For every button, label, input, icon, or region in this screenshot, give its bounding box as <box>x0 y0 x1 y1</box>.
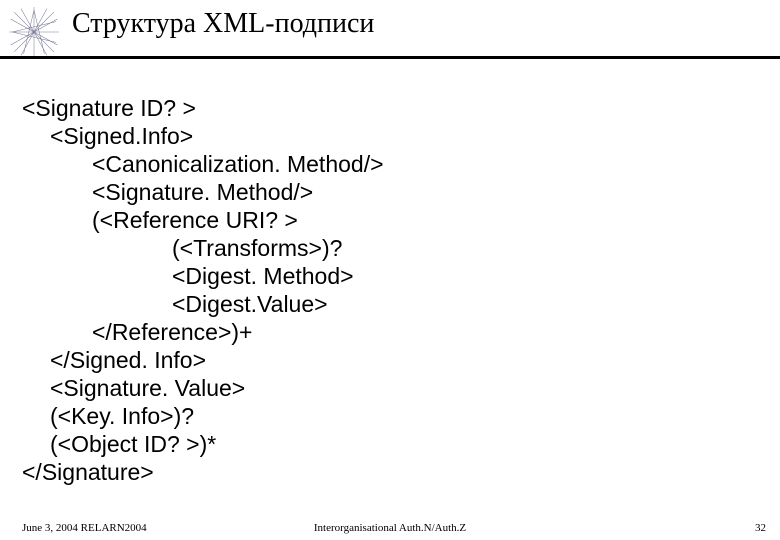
code-line: (<Object ID? >)* <box>50 430 760 458</box>
starburst-icon <box>8 6 60 58</box>
slide: Структура XML-подписи <Signature ID? > <… <box>0 0 780 540</box>
footer-title: Interorganisational Auth.N/Auth.Z <box>0 522 780 534</box>
slide-title: Структура XML-подписи <box>72 8 374 40</box>
code-line: <Canonicalization. Method/> <box>92 150 760 178</box>
code-line: (<Reference URI? > <box>92 206 760 234</box>
code-line: <Signed.Info> <box>50 122 760 150</box>
code-line: (<Key. Info>)? <box>50 402 760 430</box>
code-line: <Signature. Value> <box>50 374 760 402</box>
page-number: 32 <box>755 522 766 534</box>
slide-header: Структура XML-подписи <box>0 0 780 62</box>
header-divider <box>0 56 780 59</box>
code-line: <Signature. Method/> <box>92 178 760 206</box>
slide-footer: June 3, 2004 RELARN2004 Interorganisatio… <box>0 514 780 534</box>
code-line: <Signature ID? > <box>22 94 760 122</box>
code-block: <Signature ID? > <Signed.Info> <Canonica… <box>22 94 760 486</box>
code-line: <Digest.Value> <box>172 290 760 318</box>
code-line: (<Transforms>)? <box>172 234 760 262</box>
code-line: </Reference>)+ <box>92 318 760 346</box>
code-line: <Digest. Method> <box>172 262 760 290</box>
code-line: </Signature> <box>22 458 760 486</box>
code-line: </Signed. Info> <box>50 346 760 374</box>
